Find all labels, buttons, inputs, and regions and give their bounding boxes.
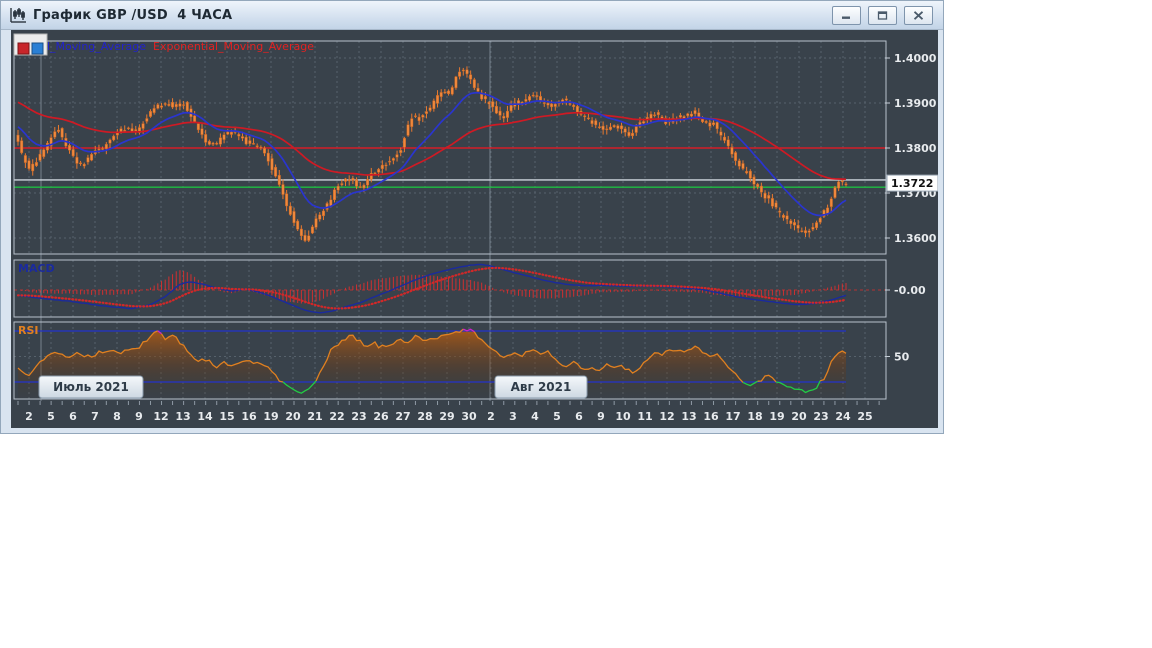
close-button[interactable]	[904, 5, 933, 25]
date-label: 12	[659, 410, 674, 423]
price-tick-label: 1.4000	[894, 52, 937, 65]
price-tick-label: 1.3600	[894, 232, 937, 245]
month-button-aug[interactable]: Авг 2021	[494, 375, 588, 399]
date-label: 16	[241, 410, 257, 423]
maximize-icon	[877, 10, 888, 20]
current-price-label: 1.3722	[891, 177, 933, 190]
date-label: 8	[113, 410, 121, 423]
minimize-icon	[842, 16, 850, 19]
chart-canvas[interactable]: 2 5 6 7 8 9 12 13 14 15 16 19 20 21 22 23 26 27 28 29 30 2 3 4 5…	[11, 30, 939, 428]
date-label: 6	[69, 410, 77, 423]
date-label: 12	[153, 410, 168, 423]
chart-app-icon	[10, 8, 26, 23]
date-label: 9	[135, 410, 143, 423]
date-label: 21	[307, 410, 322, 423]
date-label: 7	[91, 410, 99, 423]
month-button-label: Авг 2021	[511, 380, 572, 394]
date-label: 13	[681, 410, 696, 423]
window-titlebar[interactable]: График GBP /USD 4 ЧАСА	[1, 1, 943, 30]
date-label: 15	[219, 410, 234, 423]
minimize-button[interactable]	[832, 5, 861, 25]
date-label: 20	[285, 410, 301, 423]
date-label: 4	[531, 410, 539, 423]
date-label: 19	[769, 410, 784, 423]
date-label: 29	[439, 410, 454, 423]
date-label: 20	[791, 410, 807, 423]
date-label: 5	[47, 410, 55, 423]
date-label: 2	[487, 410, 495, 423]
window-title: График GBP /USD 4 ЧАСА	[33, 7, 233, 23]
price-tick-label: 1.3800	[894, 142, 937, 155]
date-label: 23	[351, 410, 366, 423]
month-button-july[interactable]: Июль 2021	[38, 375, 144, 399]
date-label: 5	[553, 410, 561, 423]
chart-window: График GBP /USD 4 ЧАСА 2 5 6 7 8 9 12 13 14 15 16 1…	[0, 0, 944, 434]
date-label: 24	[835, 410, 851, 423]
rsi-tick-label: 50	[894, 351, 910, 364]
date-label: 14	[197, 410, 213, 423]
legend-ema-slow: Exponential_Moving_Average	[153, 40, 314, 53]
maximize-button[interactable]	[868, 5, 897, 25]
date-label: 6	[575, 410, 583, 423]
rsi-panel-label: RSI	[18, 324, 39, 337]
date-label: 11	[637, 410, 652, 423]
date-label: 18	[747, 410, 762, 423]
indicator-legend: Exponential_Moving_AverageExponential_Mo…	[14, 40, 314, 53]
date-label: 30	[461, 410, 477, 423]
month-button-label: Июль 2021	[53, 380, 129, 394]
date-label: 23	[813, 410, 828, 423]
date-label: 2	[25, 410, 33, 423]
legend-blue-button[interactable]	[31, 42, 44, 55]
chart-client-area: 2 5 6 7 8 9 12 13 14 15 16 19 20 21 22 23 26 27 28 29 30 2 3 4 5…	[11, 30, 939, 428]
date-label: 16	[703, 410, 719, 423]
macd-tick-label: -0.00	[894, 284, 926, 297]
window-controls	[832, 5, 937, 25]
date-label: 19	[263, 410, 278, 423]
date-label: 28	[417, 410, 432, 423]
date-label: 27	[395, 410, 410, 423]
date-label: 3	[509, 410, 517, 423]
legend-red-button[interactable]	[17, 42, 30, 55]
date-label: 10	[615, 410, 631, 423]
close-icon	[913, 10, 924, 20]
date-label: 25	[857, 410, 872, 423]
date-label: 26	[373, 410, 389, 423]
date-label: 9	[597, 410, 605, 423]
macd-panel-label: MACD	[18, 262, 55, 275]
date-label: 17	[725, 410, 740, 423]
price-tick-label: 1.3900	[894, 97, 937, 110]
date-label: 22	[329, 410, 344, 423]
date-label: 13	[175, 410, 190, 423]
